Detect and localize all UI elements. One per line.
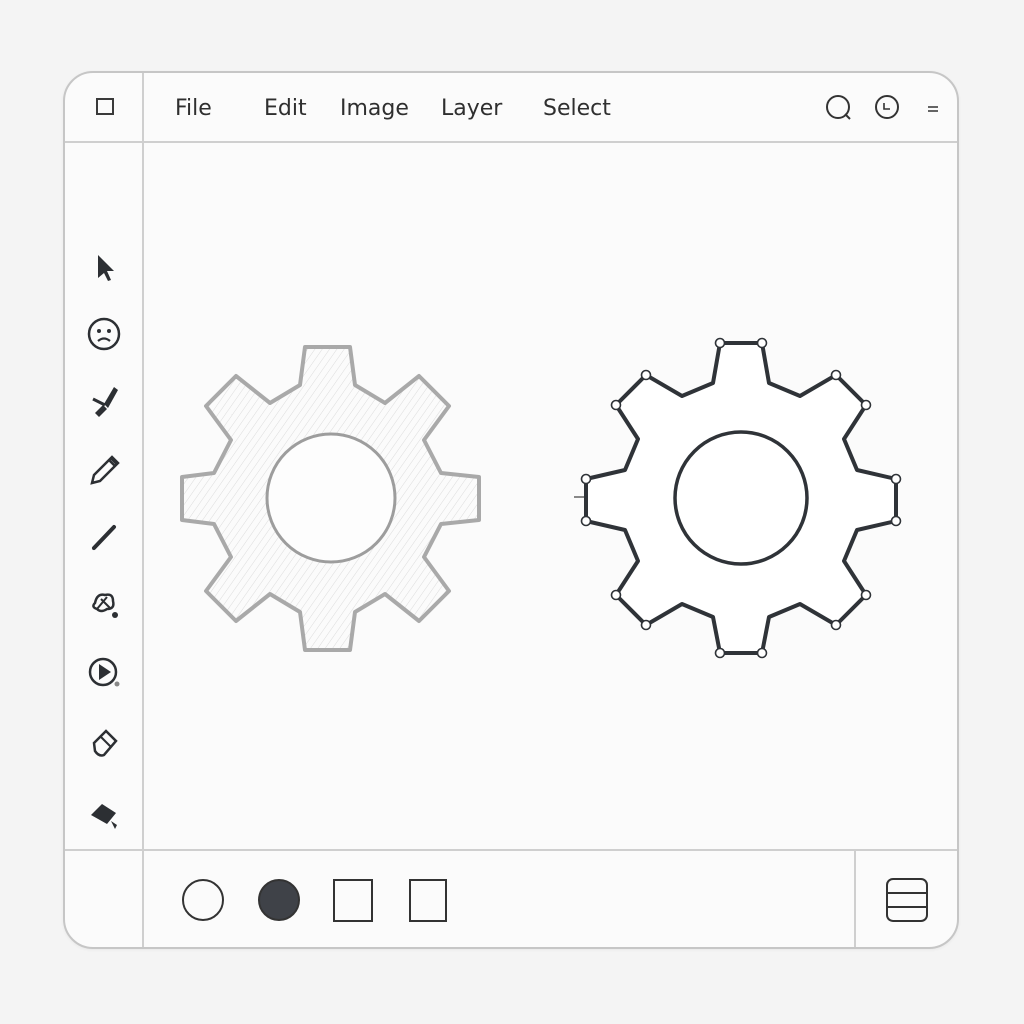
square-button[interactable] xyxy=(333,879,373,922)
menu-bar: File Edit Image Layer Select xyxy=(144,73,957,141)
menu-icon[interactable] xyxy=(923,73,955,141)
menu-edit[interactable]: Edit xyxy=(264,94,307,124)
sketched-gear-icon xyxy=(180,345,481,652)
square-button[interactable] xyxy=(409,879,447,922)
filled-circle-button[interactable] xyxy=(258,879,300,921)
select-arrow-icon[interactable] xyxy=(83,247,125,289)
vector-gear-icon xyxy=(580,337,902,659)
menu-file[interactable]: File xyxy=(175,94,212,124)
clock-icon[interactable] xyxy=(873,73,905,141)
drawing-canvas[interactable] xyxy=(144,143,957,849)
menu-layer[interactable]: Layer xyxy=(441,94,502,124)
pencil-icon[interactable] xyxy=(83,448,125,490)
fill-bucket-icon[interactable] xyxy=(83,793,125,835)
outline-circle-button[interactable] xyxy=(182,879,224,921)
tool-sidebar xyxy=(65,143,142,849)
app-window: File Edit Image Layer Select xyxy=(63,71,959,949)
square-icon[interactable] xyxy=(65,73,142,141)
panel-layout-icon[interactable] xyxy=(885,877,929,923)
face-icon[interactable] xyxy=(83,313,125,355)
record-icon[interactable] xyxy=(83,651,125,693)
menu-image[interactable]: Image xyxy=(340,94,409,124)
lasso-icon[interactable] xyxy=(83,583,125,625)
menu-select[interactable]: Select xyxy=(543,94,611,124)
search-icon[interactable] xyxy=(824,73,856,141)
bottom-bar xyxy=(144,851,957,947)
pen-icon[interactable] xyxy=(83,515,125,557)
brush-icon[interactable] xyxy=(83,379,125,421)
eraser-icon[interactable] xyxy=(83,721,125,763)
